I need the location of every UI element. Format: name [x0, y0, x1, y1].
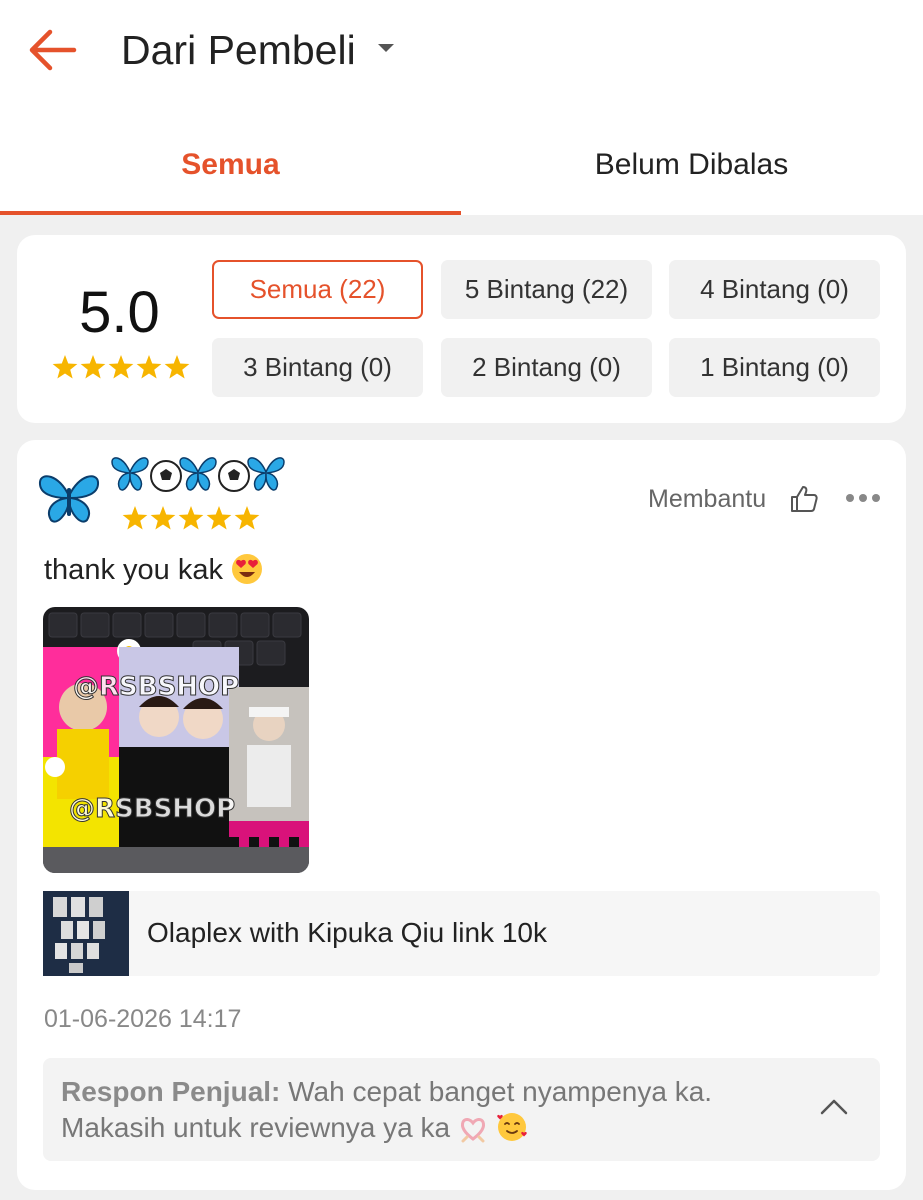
arrow-left-icon[interactable]	[24, 25, 80, 75]
caret-down-icon[interactable]	[378, 44, 394, 52]
review-star-icon	[178, 506, 204, 530]
product-thumbnail	[43, 891, 129, 976]
filter-4-star[interactable]: 4 Bintang (0)	[669, 260, 880, 319]
review-text: thank you kak	[44, 552, 263, 588]
active-tab-indicator	[0, 211, 461, 215]
heart-eyes-emoji-icon	[232, 554, 263, 584]
app-header: Dari Pembeli	[0, 0, 923, 105]
butterfly-icon[interactable]	[37, 470, 101, 526]
review-star-icon	[150, 506, 176, 530]
product-name: Olaplex with Kipuka Qiu link 10k	[147, 917, 547, 948]
seller-response-label: Respon Penjual:	[61, 1076, 281, 1107]
page-title: Dari Pembeli	[121, 27, 356, 73]
tab-bar: Semua Belum Dibalas	[0, 105, 923, 215]
review-star-rating	[122, 506, 260, 530]
photo-watermark: @RSBSHOP	[73, 672, 239, 702]
review-photo[interactable]: @RSBSHOP @RSBSHOP	[43, 607, 309, 873]
seller-response-text: Respon Penjual: Wah cepat banget nyampen…	[61, 1074, 791, 1146]
username-emoji	[111, 457, 285, 492]
review-star-icon	[122, 506, 148, 530]
filter-5-star[interactable]: 5 Bintang (22)	[441, 260, 652, 319]
review-star-icon	[234, 506, 260, 530]
review-text-content: thank you kak	[44, 554, 223, 586]
summary-star-icon	[136, 355, 162, 379]
summary-star-icon	[108, 355, 134, 379]
rating-summary-card: 5.0 Semua (22) 5 Bintang (22) 4 Bintang …	[17, 235, 906, 423]
filter-2-star[interactable]: 2 Bintang (0)	[441, 338, 652, 397]
summary-star-icon	[52, 355, 78, 379]
thumbs-up-icon[interactable]	[789, 484, 819, 514]
review-date: 01-06-2026 14:17	[44, 1005, 242, 1033]
review-star-icon	[206, 506, 232, 530]
tab-all[interactable]: Semua	[0, 105, 461, 215]
product-link[interactable]: Olaplex with Kipuka Qiu link 10k	[43, 891, 880, 976]
filter-all[interactable]: Semua (22)	[212, 260, 423, 319]
filter-3-star[interactable]: 3 Bintang (0)	[212, 338, 423, 397]
heart-hands-emoji-icon	[460, 1118, 485, 1143]
tab-unreplied[interactable]: Belum Dibalas	[461, 105, 922, 215]
chevron-up-icon[interactable]	[818, 1095, 850, 1119]
review-card: Membantu thank you kak @RSBSHOP @RSBSHOP…	[17, 440, 906, 1190]
summary-star-icon	[164, 355, 190, 379]
photo-watermark-2: @RSBSHOP	[69, 794, 235, 824]
seller-response: Respon Penjual: Wah cepat banget nyampen…	[43, 1058, 880, 1161]
summary-star-icon	[80, 355, 106, 379]
filter-1-star[interactable]: 1 Bintang (0)	[669, 338, 880, 397]
smiling-face-hearts-emoji-icon	[496, 1113, 527, 1141]
more-options-icon[interactable]	[845, 492, 881, 504]
average-score: 5.0	[79, 280, 160, 345]
helpful-label[interactable]: Membantu	[648, 484, 766, 514]
star-rating	[52, 355, 190, 379]
